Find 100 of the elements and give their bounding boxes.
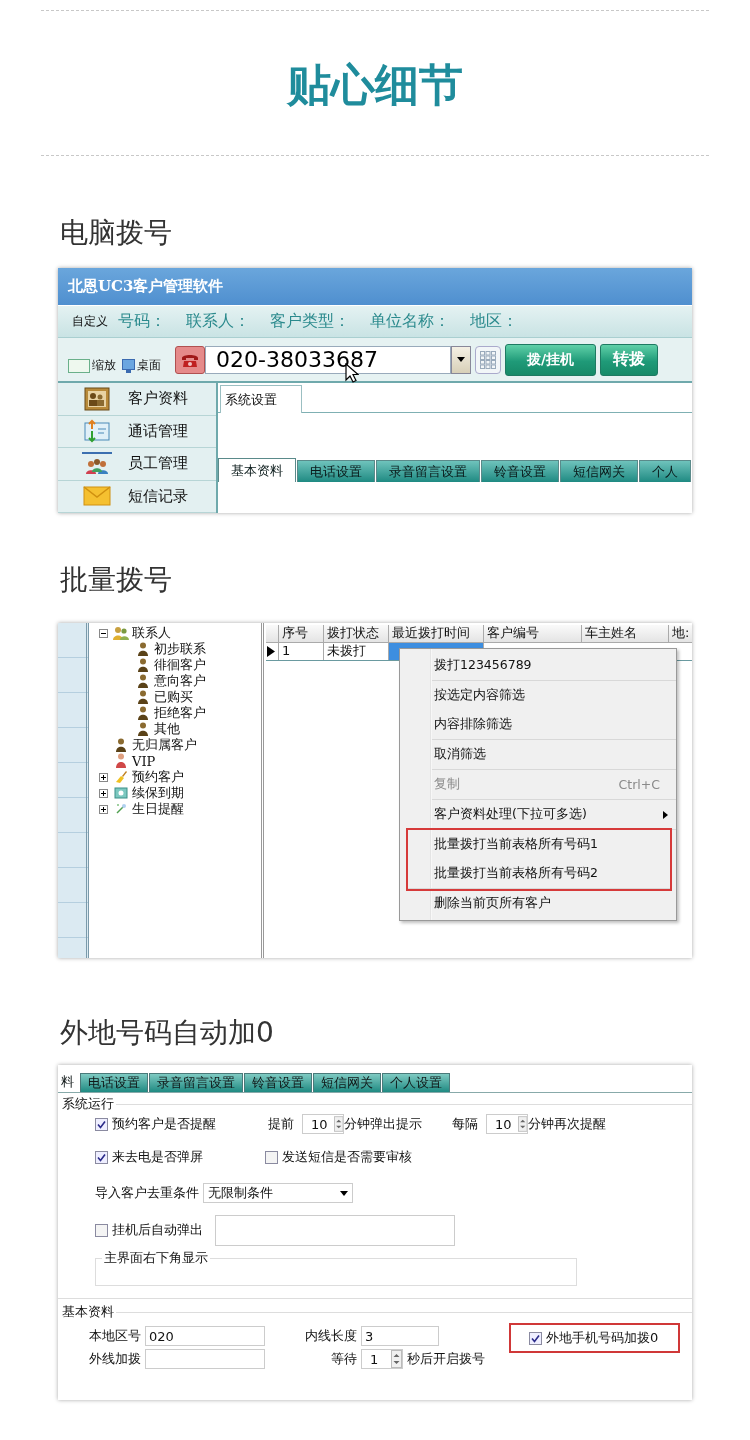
phone-button[interactable] [175, 345, 205, 374]
tab[interactable]: 个人 [639, 460, 691, 482]
checkbox[interactable] [265, 1150, 278, 1164]
tab[interactable]: 电话设置 [297, 460, 375, 482]
tree-item[interactable]: 生日提醒 [132, 800, 184, 818]
tab[interactable]: 铃音设置 [481, 460, 559, 482]
collapse-icon[interactable] [99, 628, 108, 638]
keypad-icon [480, 350, 496, 369]
desktop-button[interactable]: 桌面 [122, 357, 161, 374]
column-header[interactable]: 最近拨打时间 [389, 625, 484, 642]
zoom-icon [68, 358, 90, 373]
tree-item[interactable]: 无归属客户 [132, 736, 197, 754]
menu-item[interactable]: 内容排除筛选 [432, 710, 676, 739]
group-title: 基本资料 [62, 1303, 114, 1321]
tab[interactable]: 个人设置 [382, 1073, 450, 1092]
spin-arrows-icon[interactable] [333, 1115, 343, 1133]
checkbox-label: 来去电是否弹屏 [112, 1148, 203, 1166]
nav-item[interactable]: 通话管理 [58, 415, 216, 448]
column-header[interactable]: 序号 [279, 625, 324, 642]
number-field[interactable]: 1 [361, 1349, 403, 1369]
nav-icon [82, 386, 112, 411]
tree-item[interactable]: 意向客户 [154, 672, 206, 690]
search-label: 单位名称： [370, 311, 450, 332]
checkbox-label: 外地手机号码加拨0 [546, 1329, 659, 1347]
tab[interactable]: 电话设置 [80, 1073, 148, 1092]
checkbox[interactable] [95, 1223, 108, 1237]
checkbox[interactable] [95, 1150, 108, 1164]
tree-item[interactable]: 预约客户 [132, 768, 184, 786]
group-title: 主界面右下角显示 [102, 1249, 210, 1267]
group-title: 系统运行 [62, 1095, 114, 1113]
search-label: 号码： [118, 311, 166, 332]
field-label: 等待 [331, 1350, 357, 1368]
caret-icon [457, 357, 465, 362]
menu-item[interactable]: 批量拨打当前表格所有号码2 [432, 859, 670, 888]
column-header[interactable]: 地: [669, 625, 692, 642]
tree-item[interactable]: 其他 [154, 720, 180, 738]
menu-item[interactable]: 取消筛选 [432, 740, 676, 769]
monitor-icon [122, 358, 135, 373]
tree-item[interactable]: VIP [132, 753, 156, 769]
checkbox[interactable] [95, 1117, 108, 1131]
column-header[interactable]: 客户编号 [484, 625, 582, 642]
nav-icon [82, 451, 112, 476]
checkbox[interactable] [529, 1331, 542, 1345]
field-label: 本地区号 [89, 1327, 141, 1345]
dropdown-button[interactable] [451, 345, 471, 374]
tab[interactable]: 录音留言设置 [149, 1073, 243, 1092]
nav-label: 客户资料 [128, 389, 188, 409]
select-field[interactable]: 无限制条件 [203, 1183, 353, 1203]
section-heading: 电脑拨号 [60, 216, 172, 250]
nav-icon [82, 419, 112, 444]
expand-icon[interactable] [99, 772, 108, 782]
column-header[interactable]: 车主姓名 [582, 625, 669, 642]
spin-arrows-icon[interactable] [517, 1115, 527, 1133]
text-field[interactable]: 020 [145, 1326, 265, 1346]
menu-item[interactable]: 拨打123456789 [432, 651, 676, 680]
menu-item[interactable]: 按选定内容筛选 [432, 681, 676, 710]
unit-label: 分钟再次提醒 [528, 1115, 606, 1133]
tree-item[interactable]: 徘徊客户 [154, 656, 206, 674]
search-label: 地区： [470, 311, 518, 332]
number-field[interactable]: 10 [486, 1114, 528, 1134]
field-label: 每隔 [452, 1116, 478, 1131]
tree-item[interactable]: 已购买 [154, 688, 193, 706]
zoom-button[interactable]: 缩放 [68, 357, 116, 374]
tree-item[interactable]: 联系人 [132, 624, 171, 642]
custom-button[interactable]: 自定义 [72, 313, 108, 330]
unit-label: 秒后开启拨号 [407, 1351, 485, 1366]
text-field[interactable]: 3 [361, 1326, 439, 1346]
nav-item[interactable]: 客户资料 [58, 383, 216, 416]
search-label: 客户类型： [270, 311, 350, 332]
menu-item[interactable]: 客户资料处理(下拉可多选) [432, 800, 676, 829]
tab[interactable]: 基本资料 [218, 458, 296, 482]
field-label: 外线加拨 [89, 1350, 141, 1368]
tab[interactable]: 系统设置 [220, 385, 302, 413]
number-field[interactable]: 10 [302, 1114, 344, 1134]
tree-item[interactable]: 续保到期 [132, 784, 184, 802]
text-field[interactable] [145, 1349, 265, 1369]
nav-item[interactable]: 员工管理 [58, 448, 216, 481]
tree-item[interactable]: 拒绝客户 [154, 704, 206, 722]
field-label: 提前 [268, 1116, 294, 1131]
nav-label: 短信记录 [128, 486, 188, 506]
tab[interactable]: 短信网关 [560, 460, 638, 482]
expand-icon[interactable] [99, 804, 108, 814]
checkbox-label: 挂机后自动弹出 [112, 1221, 203, 1239]
field-label: 导入客户去重条件 [95, 1184, 199, 1202]
tree-item[interactable]: 初步联系 [154, 640, 206, 658]
menu-item[interactable]: 批量拨打当前表格所有号码1 [432, 830, 670, 859]
text-field[interactable] [215, 1214, 455, 1246]
expand-icon[interactable] [99, 788, 108, 798]
tab[interactable]: 录音留言设置 [376, 460, 480, 482]
tab[interactable]: 铃音设置 [244, 1073, 312, 1092]
tab[interactable]: 短信网关 [313, 1073, 381, 1092]
menu-item[interactable]: 删除当前页所有客户 [432, 889, 676, 918]
phone-field[interactable]: 020-38033687 [205, 345, 451, 374]
caret-icon [340, 1190, 348, 1196]
spin-arrows-icon[interactable] [391, 1350, 402, 1368]
page-title: 贴心细节 [287, 59, 463, 111]
checkbox-label: 预约客户是否提醒 [112, 1115, 216, 1133]
nav-item[interactable]: 短信记录 [58, 480, 216, 513]
submenu-arrow-icon [663, 810, 668, 819]
column-header[interactable]: 拨打状态 [324, 625, 389, 642]
